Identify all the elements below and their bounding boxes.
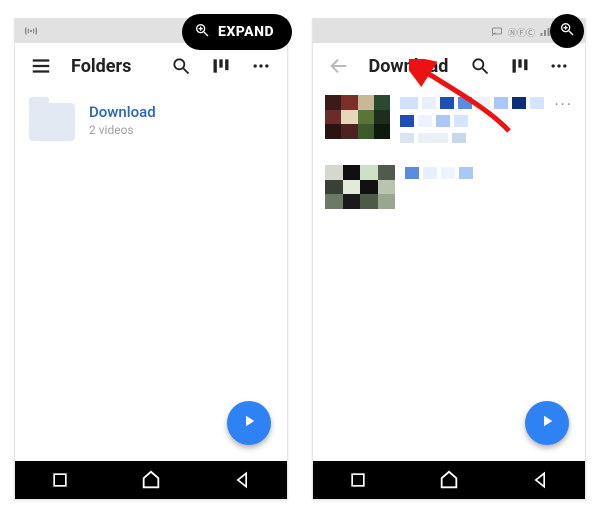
phone-left: 0:14 Folders (14, 18, 288, 500)
menu-icon (30, 55, 52, 77)
square-icon (348, 470, 368, 490)
cast-icon (490, 23, 504, 42)
stage: EXPAND 0:14 (0, 0, 600, 517)
play-icon (538, 412, 556, 434)
folder-name: Download (89, 103, 156, 121)
play-fab[interactable] (227, 401, 271, 445)
view-columns-icon (211, 56, 231, 76)
square-icon (50, 470, 70, 490)
video-info (405, 165, 573, 185)
folder-icon (29, 103, 75, 141)
nfc-icon: ⓃⒻⒸ (508, 26, 535, 39)
video-thumbnail (325, 95, 390, 139)
video-thumbnail (325, 165, 395, 209)
expand-button[interactable]: EXPAND (182, 14, 292, 50)
more-horizontal-icon (251, 56, 271, 76)
search-icon (171, 56, 191, 76)
back-triangle-icon (232, 470, 252, 490)
menu-button[interactable] (25, 50, 57, 82)
expand-label: EXPAND (218, 24, 274, 40)
video-title-blur (405, 167, 573, 179)
status-bar: ⓃⒻⒸ (313, 19, 585, 43)
home-outline-icon (140, 469, 162, 491)
annotation-arrow-icon (409, 59, 519, 139)
folder-meta: Download 2 videos (89, 103, 156, 137)
nav-back-button[interactable] (232, 470, 252, 490)
system-nav-bar (313, 461, 585, 499)
zoom-in-icon (194, 22, 210, 42)
broadcast-icon (23, 23, 39, 42)
page-title: Folders (71, 56, 131, 77)
more-horizontal-icon (549, 56, 569, 76)
nav-home-button[interactable] (438, 469, 460, 491)
home-outline-icon (438, 469, 460, 491)
system-nav-bar (15, 461, 287, 499)
folder-subtitle: 2 videos (89, 123, 156, 137)
item-overflow-icon[interactable]: ··· (554, 95, 573, 114)
nav-home-button[interactable] (140, 469, 162, 491)
folder-item-download[interactable]: Download 2 videos (15, 89, 287, 155)
nav-recents-button[interactable] (348, 470, 368, 490)
video-item[interactable] (325, 165, 573, 209)
arrow-left-icon (328, 55, 350, 77)
nav-back-button[interactable] (530, 470, 550, 490)
back-button[interactable] (323, 50, 355, 82)
zoom-in-icon (559, 21, 575, 41)
play-fab[interactable] (525, 401, 569, 445)
overflow-button[interactable] (245, 50, 277, 82)
view-button[interactable] (205, 50, 237, 82)
zoom-button-right[interactable] (550, 14, 584, 48)
play-icon (240, 412, 258, 434)
back-triangle-icon (530, 470, 550, 490)
phone-right: ⓃⒻⒸ Download (312, 18, 586, 500)
nav-recents-button[interactable] (50, 470, 70, 490)
search-button[interactable] (165, 50, 197, 82)
overflow-button[interactable] (543, 50, 575, 82)
